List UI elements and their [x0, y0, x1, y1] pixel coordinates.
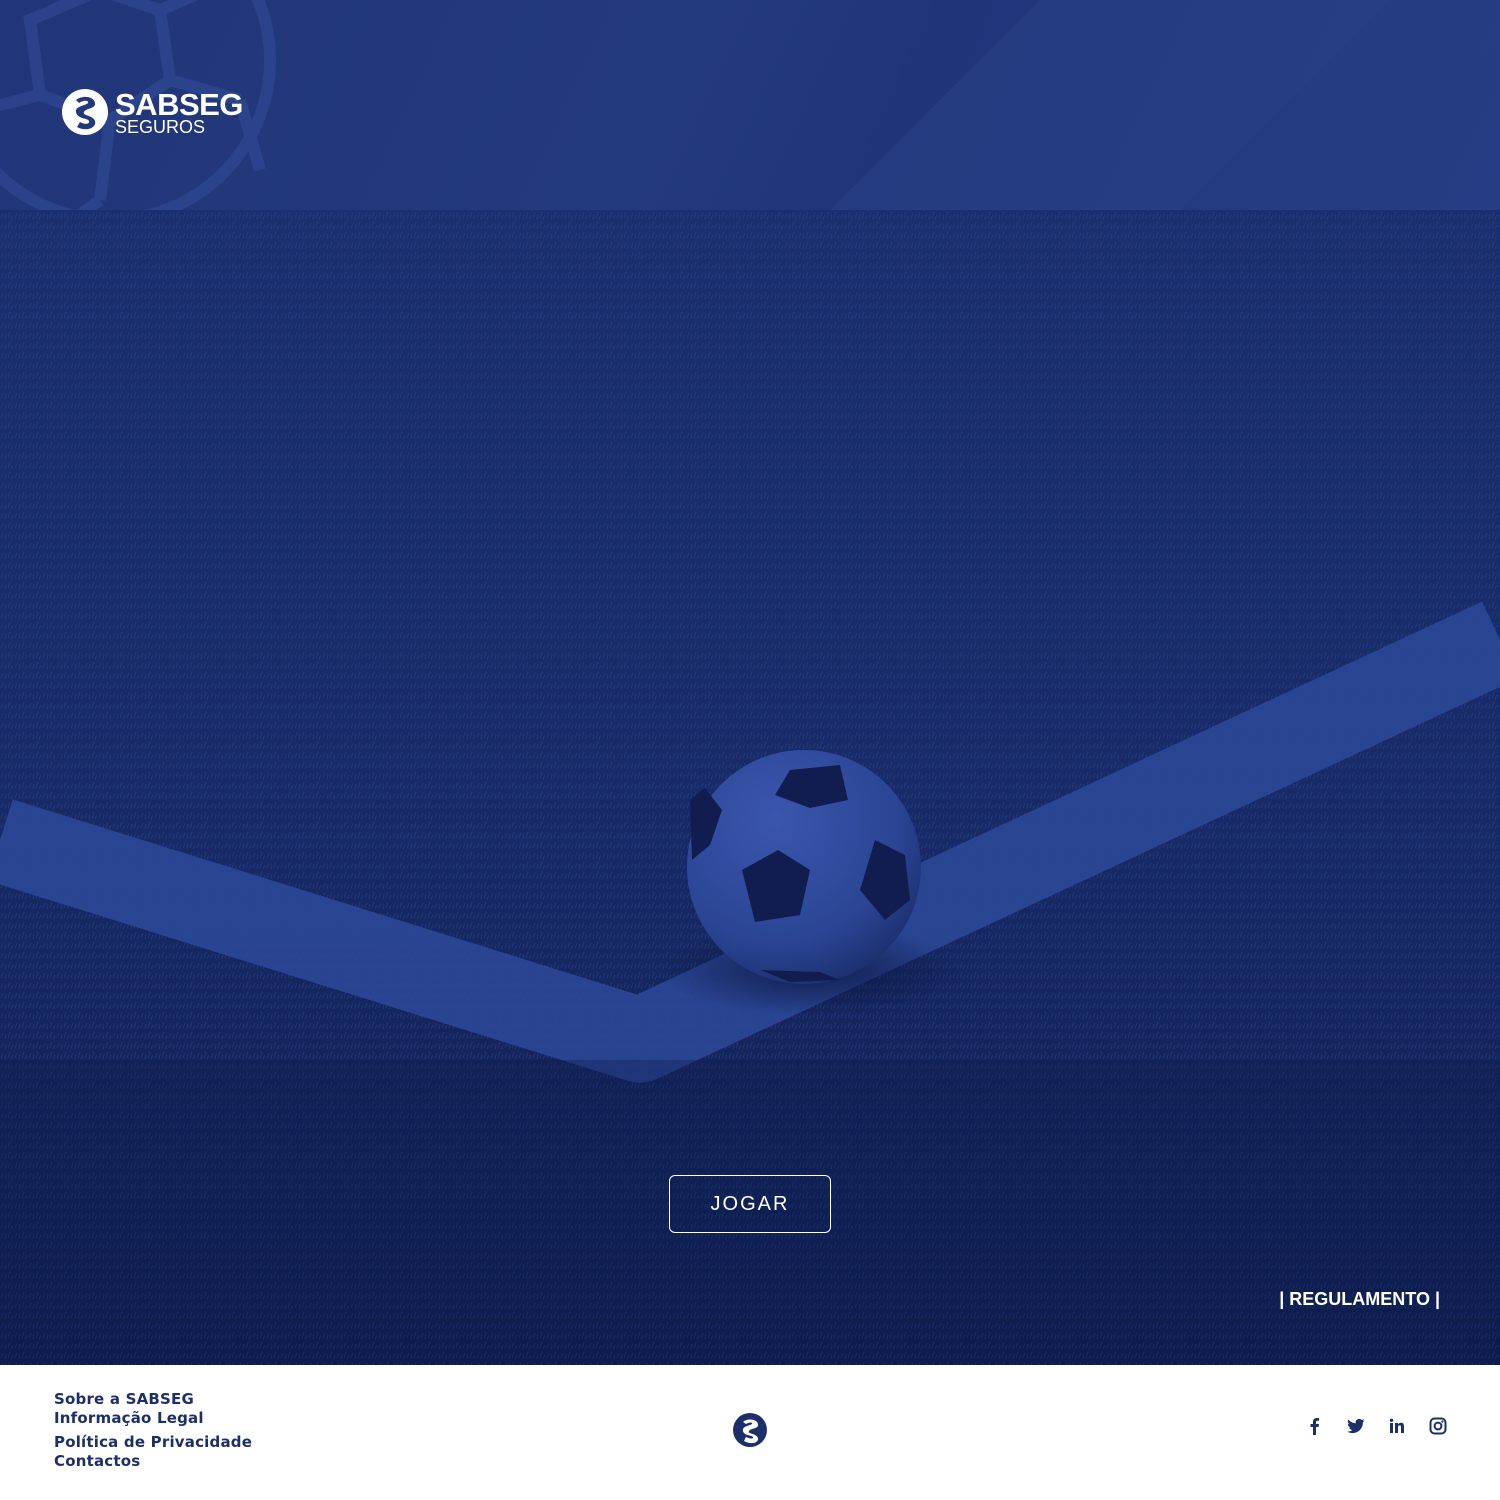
facebook-icon[interactable]: [1305, 1416, 1325, 1436]
brand-name: SABSEG: [115, 86, 243, 122]
footer-link-legal[interactable]: Informação Legal: [54, 1409, 252, 1427]
linkedin-icon[interactable]: [1387, 1416, 1407, 1436]
twitter-icon[interactable]: [1346, 1416, 1366, 1436]
instagram-icon[interactable]: [1428, 1416, 1448, 1436]
soccer-ball: [687, 750, 921, 984]
play-button[interactable]: JOGAR: [669, 1175, 831, 1233]
footer-link-privacy[interactable]: Política de Privacidade: [54, 1433, 252, 1451]
rules-link[interactable]: | REGULAMENTO |: [1279, 1289, 1440, 1310]
sabseg-logo-icon: [62, 89, 108, 135]
hero-section: JOGAR | REGULAMENTO |: [0, 210, 1500, 1365]
site-header: SABSEG SEGUROS: [0, 0, 1500, 210]
footer-sabseg-logo-icon[interactable]: [732, 1412, 768, 1448]
footer-link-about[interactable]: Sobre a SABSEG: [54, 1390, 252, 1408]
site-footer: Sobre a SABSEG Informação Legal Política…: [0, 1365, 1500, 1500]
social-links: [1305, 1416, 1448, 1436]
footer-links: Sobre a SABSEG Informação Legal Política…: [54, 1390, 252, 1470]
brand-logo[interactable]: SABSEG SEGUROS: [60, 86, 243, 138]
footer-link-contacts[interactable]: Contactos: [54, 1452, 252, 1470]
